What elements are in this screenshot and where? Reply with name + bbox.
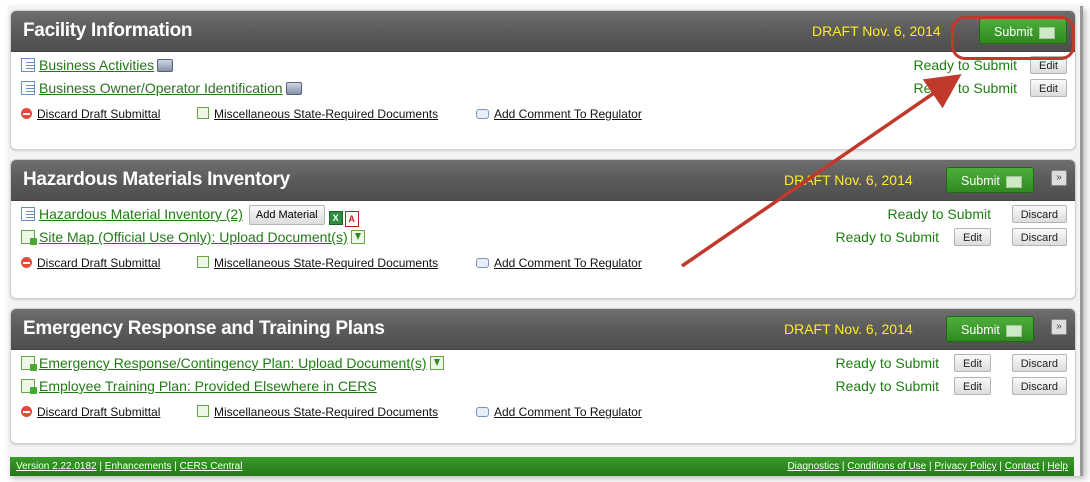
edit-button[interactable]: Edit: [954, 377, 991, 395]
panel-header: Hazardous Materials Inventory DRAFT Nov.…: [11, 160, 1075, 201]
excel-icon[interactable]: X: [328, 211, 343, 225]
submit-button[interactable]: Submit: [946, 316, 1034, 342]
panel-header: Emergency Response and Training Plans DR…: [11, 309, 1075, 350]
form-icon: [21, 81, 35, 95]
action-row: Discard Draft Submittal Miscellaneous St…: [21, 105, 1061, 123]
emergency-response-panel: Emergency Response and Training Plans DR…: [10, 308, 1076, 444]
discard-draft-link[interactable]: Discard Draft Submittal: [37, 256, 160, 270]
add-comment-link[interactable]: Add Comment To Regulator: [494, 405, 642, 419]
discard-icon: [21, 108, 32, 119]
business-activities-link[interactable]: Business Activities: [39, 57, 154, 73]
documents-icon: [197, 405, 209, 417]
diagnostics-link[interactable]: Diagnostics: [787, 461, 839, 472]
panel-title: Hazardous Materials Inventory: [23, 169, 290, 190]
add-comment-link[interactable]: Add Comment To Regulator: [494, 256, 642, 270]
edit-button[interactable]: Edit: [954, 354, 991, 372]
conditions-link[interactable]: Conditions of Use: [847, 461, 926, 472]
form-icon: [21, 207, 35, 221]
list-item: Employee Training Plan: Provided Elsewhe…: [21, 376, 1067, 396]
list-item: Business Activities Ready to Submit Edit: [21, 55, 1067, 75]
discard-icon: [21, 406, 32, 417]
submit-button[interactable]: Submit: [946, 167, 1034, 193]
emergency-plan-link[interactable]: Emergency Response/Contingency Plan: Upl…: [39, 355, 427, 371]
discard-button[interactable]: Discard: [1011, 354, 1067, 372]
submit-label: Submit: [994, 25, 1033, 39]
hazardous-inventory-link[interactable]: Hazardous Material Inventory (2): [39, 206, 243, 222]
status-text: Ready to Submit: [913, 57, 1018, 73]
edit-button[interactable]: Edit: [1030, 56, 1067, 74]
documents-icon: [197, 256, 209, 268]
enhancements-link[interactable]: Enhancements: [105, 461, 172, 472]
status-text: Ready to Submit: [913, 80, 1018, 96]
discard-draft-link[interactable]: Discard Draft Submittal: [37, 107, 160, 121]
draft-date: DRAFT Nov. 6, 2014: [784, 172, 913, 188]
submit-button[interactable]: Submit: [979, 18, 1067, 44]
panel-title: Emergency Response and Training Plans: [23, 318, 385, 339]
action-row: Discard Draft Submittal Miscellaneous St…: [21, 403, 1061, 421]
form-icon: [21, 58, 35, 72]
misc-documents-link[interactable]: Miscellaneous State-Required Documents: [214, 405, 438, 419]
document-icon: [21, 230, 37, 245]
comment-icon: [476, 109, 489, 119]
status-text: Ready to Submit: [835, 229, 940, 245]
flag-icon: [1005, 324, 1022, 337]
misc-documents-link[interactable]: Miscellaneous State-Required Documents: [214, 107, 438, 121]
list-item: Hazardous Material Inventory (2) Add Mate…: [21, 204, 1067, 227]
panel-title: Facility Information: [23, 20, 193, 41]
collapse-icon[interactable]: »: [1051, 319, 1067, 335]
status-text: Ready to Submit: [835, 355, 940, 371]
draft-date: DRAFT Nov. 6, 2014: [812, 23, 941, 39]
comment-icon: [476, 407, 489, 417]
training-plan-link[interactable]: Employee Training Plan: Provided Elsewhe…: [39, 378, 377, 394]
site-map-link[interactable]: Site Map (Official Use Only): Upload Doc…: [39, 229, 348, 245]
contact-link[interactable]: Contact: [1005, 461, 1039, 472]
footer: Version 2.22.0182 | Enhancements | CERS …: [10, 457, 1074, 476]
print-icon[interactable]: [157, 59, 174, 72]
discard-draft-link[interactable]: Discard Draft Submittal: [37, 405, 160, 419]
collapse-icon[interactable]: »: [1051, 170, 1067, 186]
add-comment-link[interactable]: Add Comment To Regulator: [494, 107, 642, 121]
list-item: Site Map (Official Use Only): Upload Doc…: [21, 227, 1067, 247]
footer-left: Version 2.22.0182 | Enhancements | CERS …: [16, 461, 243, 472]
footer-right: Diagnostics | Conditions of Use | Privac…: [787, 461, 1068, 472]
document-icon: [21, 379, 37, 394]
edit-button[interactable]: Edit: [954, 228, 991, 246]
discard-button[interactable]: Discard: [1011, 228, 1067, 246]
list-item: Business Owner/Operator Identification R…: [21, 78, 1067, 98]
submit-label: Submit: [961, 174, 1000, 188]
flag-icon: [1038, 26, 1055, 39]
document-icon: [21, 356, 37, 371]
draft-date: DRAFT Nov. 6, 2014: [784, 321, 913, 337]
version-link[interactable]: Version 2.22.0182: [16, 461, 97, 472]
cers-central-link[interactable]: CERS Central: [180, 461, 243, 472]
discard-icon: [21, 257, 32, 268]
misc-documents-link[interactable]: Miscellaneous State-Required Documents: [214, 256, 438, 270]
list-item: Emergency Response/Contingency Plan: Upl…: [21, 353, 1067, 373]
status-text: Ready to Submit: [835, 378, 940, 394]
upload-icon[interactable]: [429, 356, 444, 370]
owner-operator-link[interactable]: Business Owner/Operator Identification: [39, 80, 283, 96]
action-row: Discard Draft Submittal Miscellaneous St…: [21, 254, 1061, 272]
comment-icon: [476, 258, 489, 268]
flag-icon: [1005, 175, 1022, 188]
discard-button[interactable]: Discard: [1011, 377, 1067, 395]
pdf-icon[interactable]: A: [344, 211, 359, 227]
facility-information-panel: Facility Information DRAFT Nov. 6, 2014 …: [10, 10, 1076, 150]
print-icon[interactable]: [285, 82, 302, 95]
upload-icon[interactable]: [350, 230, 365, 244]
discard-button[interactable]: Discard: [1011, 205, 1067, 223]
hazardous-materials-panel: Hazardous Materials Inventory DRAFT Nov.…: [10, 159, 1076, 299]
submit-label: Submit: [961, 323, 1000, 337]
edit-button[interactable]: Edit: [1030, 79, 1067, 97]
help-link[interactable]: Help: [1047, 461, 1068, 472]
privacy-link[interactable]: Privacy Policy: [934, 461, 996, 472]
documents-icon: [197, 107, 209, 119]
panel-header: Facility Information DRAFT Nov. 6, 2014 …: [11, 11, 1075, 52]
add-material-button[interactable]: Add Material: [248, 205, 325, 226]
status-text: Ready to Submit: [887, 206, 992, 222]
